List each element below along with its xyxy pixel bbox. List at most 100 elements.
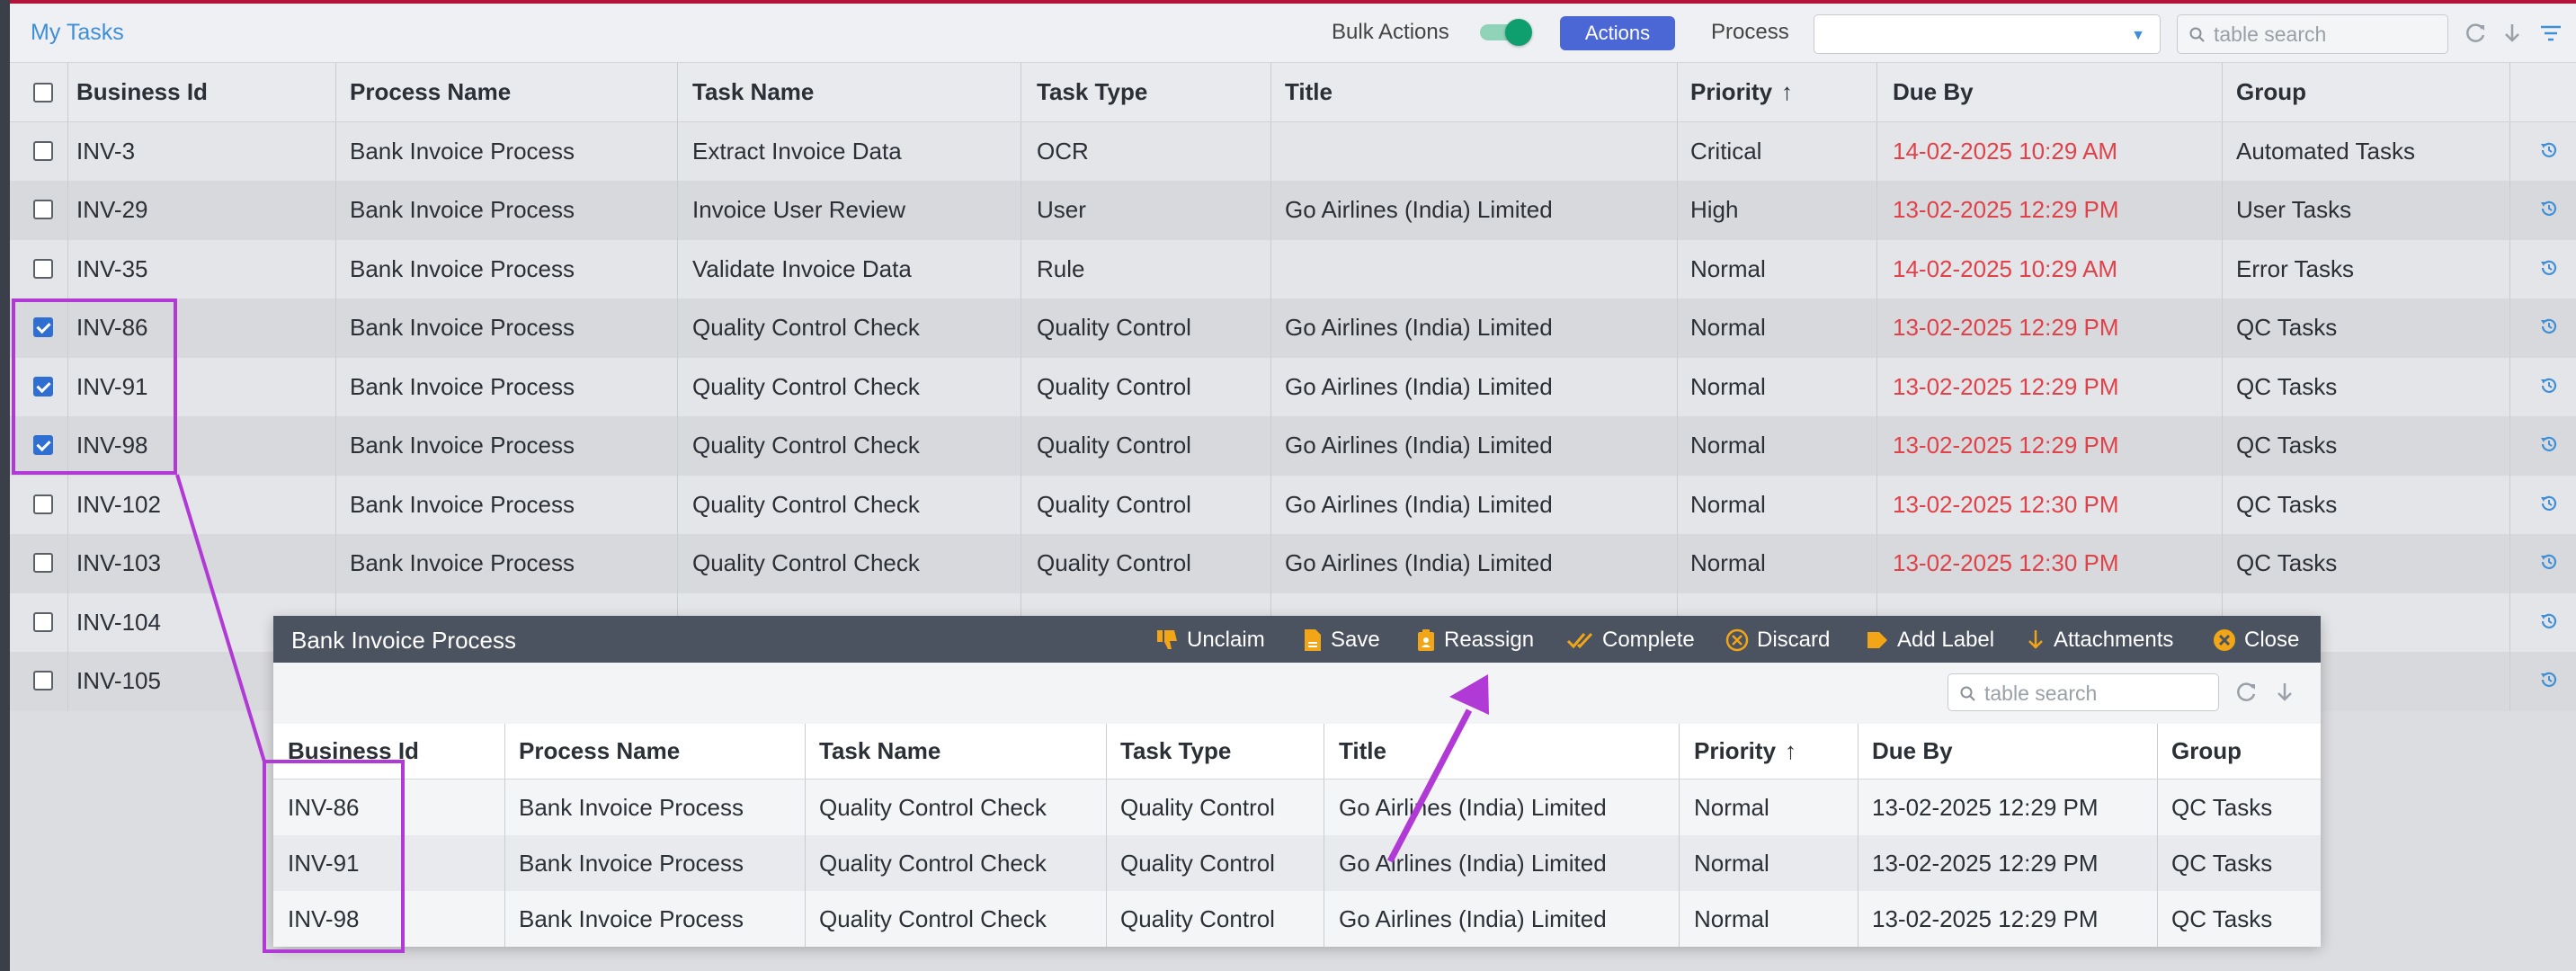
panel-cell-task-type: Quality Control (1120, 904, 1275, 932)
column-header-business-id[interactable]: Business Id (76, 63, 208, 121)
column-divider (1270, 416, 1271, 476)
row-checkbox[interactable] (33, 258, 53, 279)
cell-task-type: Rule (1037, 254, 1085, 282)
cell-priority: High (1690, 196, 1739, 224)
column-header-task-type[interactable]: Task Type (1037, 63, 1147, 121)
select-all-checkbox[interactable] (33, 83, 53, 102)
row-checkbox[interactable] (33, 200, 53, 219)
panel-cell-process-name: Bank Invoice Process (519, 904, 744, 932)
column-header-label: Title (1339, 737, 1386, 764)
cell-group: QC Tasks (2236, 490, 2338, 518)
row-checkbox[interactable] (33, 671, 53, 690)
sort-arrow-up-icon[interactable]: ↑ (1785, 737, 1796, 765)
reassign-icon (1418, 629, 1434, 651)
row-checkbox[interactable] (33, 611, 53, 632)
complete-label: Complete (1602, 628, 1695, 652)
refresh-icon[interactable] (2235, 681, 2259, 704)
table-row[interactable]: INV-103 Bank Invoice Process Quality Contr… (10, 534, 2576, 593)
table-row[interactable]: INV-86 Bank Invoice Process Quality Contro… (10, 298, 2576, 358)
table-row[interactable]: INV-91 Bank Invoice Process Quality Contro… (10, 357, 2576, 416)
panel-header: Bank Invoice Process Unclaim Save Reassi… (273, 616, 2321, 663)
panel-column-header-process-name[interactable]: Process Name (519, 724, 680, 779)
history-icon[interactable] (2538, 669, 2560, 690)
history-icon[interactable] (2538, 375, 2560, 396)
unclaim-label: Unclaim (1187, 628, 1265, 652)
history-icon[interactable] (2538, 493, 2560, 514)
column-divider (2222, 534, 2223, 593)
panel-table-row[interactable]: INV-91 Bank Invoice Process Quality Contro… (273, 835, 2321, 891)
column-header-label: Process Name (350, 77, 512, 105)
panel-column-header-task-type[interactable]: Task Type (1120, 724, 1231, 779)
filter-icon[interactable] (2538, 22, 2563, 45)
search-input[interactable] (2214, 21, 2438, 48)
column-header-label: Business Id (76, 77, 208, 105)
panel-table-row[interactable]: INV-98 Bank Invoice Process Quality Contro… (273, 891, 2321, 947)
history-icon[interactable] (2538, 139, 2560, 161)
panel-search-input[interactable] (1984, 680, 2209, 707)
table-search[interactable] (2177, 14, 2448, 54)
row-checkbox[interactable] (33, 494, 53, 514)
panel-column-header-group[interactable]: Group (2171, 724, 2242, 779)
column-header-process-name[interactable]: Process Name (350, 63, 511, 121)
unclaim-button[interactable]: Unclaim (1154, 627, 1265, 654)
panel-table-search[interactable] (1948, 673, 2219, 711)
row-checkbox[interactable] (33, 140, 53, 161)
panel-column-header-priority[interactable]: Priority ↑ (1694, 724, 1796, 779)
column-divider (504, 891, 505, 947)
history-icon[interactable] (2538, 257, 2560, 279)
bulk-actions-toggle[interactable] (1476, 19, 1532, 46)
panel-table-row[interactable]: INV-86 Bank Invoice Process Quality Contro… (273, 779, 2321, 835)
cell-task-name: Extract Invoice Data (692, 137, 902, 165)
download-icon[interactable] (2500, 22, 2524, 45)
panel-cell-due-by: 13-02-2025 12:29 PM (1872, 849, 2099, 877)
discard-button[interactable]: Discard (1725, 627, 1830, 654)
history-icon[interactable] (2538, 433, 2560, 455)
table-row[interactable]: INV-98 Bank Invoice Process Quality Contro… (10, 416, 2576, 476)
column-divider (1270, 534, 1271, 593)
refresh-icon[interactable] (2465, 22, 2488, 45)
column-divider (335, 357, 336, 416)
cell-priority: Normal (1690, 314, 1766, 342)
discard-label: Discard (1757, 628, 1831, 652)
history-icon[interactable] (2538, 198, 2560, 219)
panel-column-header-title[interactable]: Title (1339, 724, 1386, 779)
column-divider (2509, 239, 2510, 298)
table-row[interactable]: INV-29 Bank Invoice Process Invoice User R… (10, 181, 2576, 240)
download-icon[interactable] (2273, 681, 2296, 704)
column-divider (677, 239, 678, 298)
panel-column-header-due-by[interactable]: Due By (1872, 724, 1953, 779)
reassign-button[interactable]: Reassign (1415, 627, 1534, 654)
column-divider (1876, 357, 1877, 416)
column-header-priority[interactable]: Priority ↑ (1690, 63, 1793, 121)
attachments-button[interactable]: Attachments (2025, 627, 2173, 654)
row-checkbox[interactable] (33, 553, 53, 573)
column-header-group[interactable]: Group (2236, 63, 2306, 121)
history-icon[interactable] (2538, 610, 2560, 632)
save-button[interactable]: Save (1302, 627, 1380, 654)
process-select[interactable]: ▼ (1814, 14, 2161, 54)
table-row[interactable]: INV-35 Bank Invoice Process Validate Invoi… (10, 239, 2576, 298)
column-divider (805, 779, 806, 835)
close-button[interactable]: Close (2212, 627, 2299, 654)
cell-due-by: 13-02-2025 12:29 PM (1893, 432, 2119, 459)
panel-column-header-task-name[interactable]: Task Name (819, 724, 940, 779)
cell-task-name: Quality Control Check (692, 549, 920, 577)
history-icon[interactable] (2538, 551, 2560, 573)
add-label-button[interactable]: Add Label (1865, 627, 1994, 654)
table-row[interactable]: INV-102 Bank Invoice Process Quality Contr… (10, 475, 2576, 534)
column-divider (1677, 475, 1678, 534)
column-divider (1270, 475, 1271, 534)
column-header-task-name[interactable]: Task Name (692, 63, 814, 121)
discard-icon (1725, 628, 1749, 652)
table-header-row: Business Id Process Name Task Name Task Typ… (10, 63, 2576, 122)
page-title[interactable]: My Tasks (31, 20, 124, 46)
sort-arrow-up-icon[interactable]: ↑ (1781, 78, 1793, 106)
column-header-title[interactable]: Title (1285, 63, 1333, 121)
table-row[interactable]: INV-3 Bank Invoice Process Extract Invoice… (10, 121, 2576, 181)
column-header-due-by[interactable]: Due By (1893, 63, 1974, 121)
history-icon[interactable] (2538, 316, 2560, 337)
complete-button[interactable]: Complete (1566, 627, 1695, 654)
column-header-label: Task Name (692, 77, 815, 105)
panel-cell-title: Go Airlines (India) Limited (1339, 849, 1607, 877)
actions-button[interactable]: Actions (1560, 16, 1675, 50)
